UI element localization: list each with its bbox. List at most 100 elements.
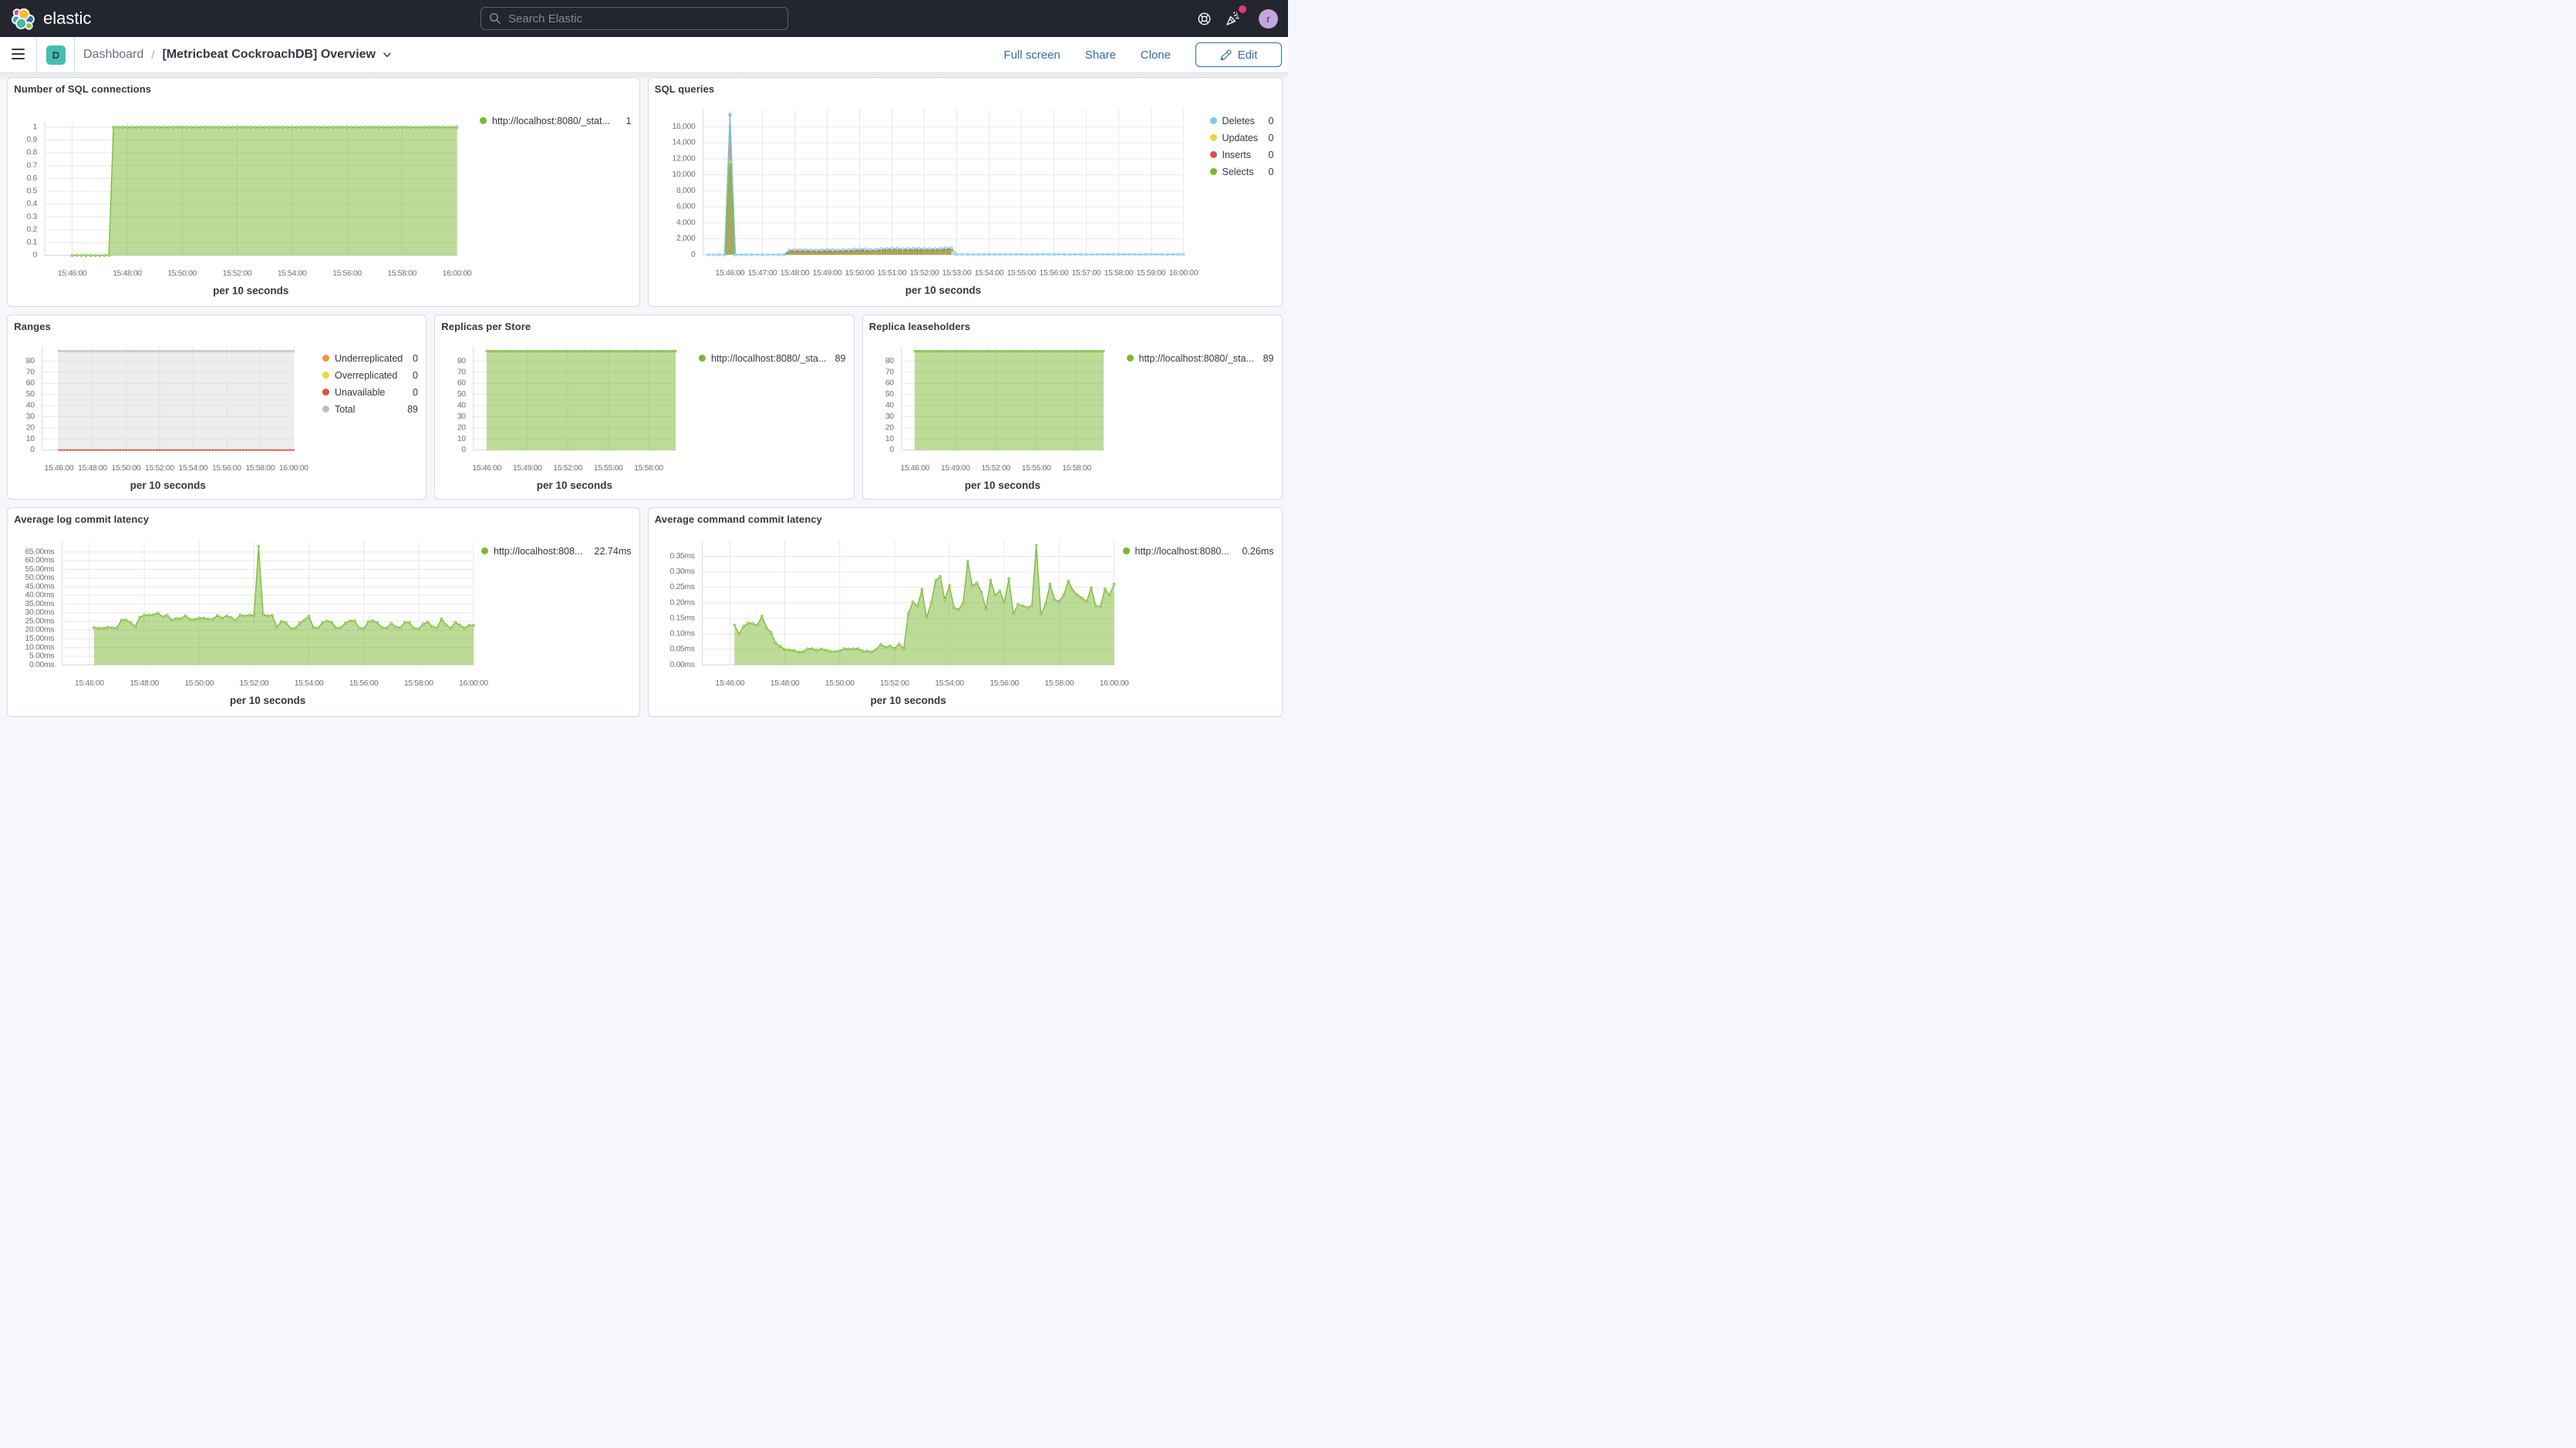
legend-item[interactable]: http://localhost:8080...0.26ms	[1123, 543, 1274, 560]
y-tick-label: 0.35ms	[669, 551, 694, 560]
x-tick-label: 15:54:00	[295, 679, 324, 687]
x-tick-label: 15:57:00	[1071, 268, 1101, 277]
legend-series-dot	[1210, 134, 1217, 141]
legend-series-dot	[322, 355, 329, 362]
legend-series-value: 0	[408, 387, 418, 398]
top-header: elastic Search Elastic	[0, 0, 1288, 37]
legend-series-value: 0	[1264, 150, 1274, 160]
series-area-leaseholders	[915, 351, 1104, 450]
y-tick-label: 0.20ms	[669, 598, 694, 607]
x-tick-label: 15:46:00	[715, 268, 744, 277]
x-tick-label: 16:00:00	[459, 679, 488, 687]
x-tick-label: 16:00:00	[1099, 679, 1128, 687]
legend-item[interactable]: Updates0	[1210, 130, 1274, 146]
header-left: elastic	[0, 6, 463, 31]
breadcrumb-dashboard-link[interactable]: Dashboard	[83, 48, 143, 62]
global-search-input[interactable]: Search Elastic	[480, 7, 788, 30]
legend-series-value: 89	[1259, 353, 1274, 364]
legend-item[interactable]: Unavailable0	[322, 384, 418, 401]
panel-average-command-commit-latency[interactable]: Average command commit latency0.00ms0.05…	[648, 507, 1283, 718]
legend-item[interactable]: Total89	[322, 401, 418, 418]
y-tick-label: 10	[457, 434, 466, 443]
x-tick-label: 15:49:00	[513, 464, 542, 473]
x-tick-label: 16:00:00	[443, 269, 472, 278]
legend-series-label: Updates	[1222, 133, 1259, 143]
y-tick-label: 20	[457, 423, 466, 432]
divider	[36, 37, 37, 72]
legend-series-value: 22.74ms	[590, 546, 632, 557]
y-tick-label: 10,000	[672, 170, 696, 179]
x-tick-label: 15:58:00	[1104, 268, 1133, 277]
y-tick-label: 60	[26, 379, 35, 387]
divider	[74, 37, 75, 72]
legend-series-value: 0.26ms	[1238, 546, 1274, 557]
y-tick-label: 0.05ms	[669, 645, 694, 653]
legend-item[interactable]: http://localhost:8080/_sta...89	[1127, 350, 1274, 367]
x-tick-label: 15:52:00	[880, 679, 909, 687]
dashboard-app-badge[interactable]: D	[46, 45, 66, 65]
avatar[interactable]: r	[1259, 9, 1278, 29]
series-line-Deletes	[708, 113, 1183, 254]
legend-series-dot	[699, 355, 706, 362]
legend-item[interactable]: Deletes0	[1210, 113, 1274, 130]
y-tick-label: 0.00ms	[669, 660, 694, 668]
x-tick-label: 15:46:00	[472, 464, 501, 473]
y-tick-label: 0.4	[26, 200, 37, 208]
y-tick-label: 55.00ms	[25, 564, 55, 573]
help-lifebuoy-icon	[1198, 12, 1211, 25]
panel-sql-queries[interactable]: SQL queries02,0004,0006,0008,00010,00012…	[648, 77, 1283, 307]
y-tick-label: 10	[885, 434, 893, 443]
legend-series-label: Underreplicated	[335, 353, 403, 364]
edit-button[interactable]: Edit	[1195, 42, 1282, 67]
x-tick-label: 15:56:00	[990, 679, 1019, 687]
chart-area: 0.00ms0.05ms0.10ms0.15ms0.20ms0.25ms0.30…	[649, 508, 1283, 719]
y-tick-label: 60	[457, 379, 466, 387]
legend-item[interactable]: http://localhost:8080/_sta...89	[699, 350, 846, 367]
legend-item[interactable]: Inserts0	[1210, 146, 1274, 163]
x-tick-label: 15:54:00	[179, 464, 208, 473]
chevron-down-icon[interactable]	[382, 49, 393, 60]
panel-replicas-per-store[interactable]: Replicas per Store0102030405060708015:46…	[434, 315, 855, 500]
legend-item[interactable]: Selects0	[1210, 163, 1274, 180]
x-tick-label: 15:53:00	[942, 268, 971, 277]
share-button[interactable]: Share	[1085, 49, 1116, 62]
page-title[interactable]: [Metricbeat CockroachDB] Overview	[162, 48, 376, 62]
legend-series-value: 0	[408, 353, 418, 364]
legend-item[interactable]: Overreplicated0	[322, 367, 418, 384]
x-tick-label: 15:46:00	[58, 269, 87, 278]
y-tick-label: 70	[885, 368, 893, 376]
panel-replica-leaseholders[interactable]: Replica leaseholders0102030405060708015:…	[862, 315, 1283, 500]
legend-item[interactable]: Underreplicated 0	[322, 350, 418, 367]
help-menu-button[interactable]	[1189, 0, 1219, 37]
panel-ranges[interactable]: Ranges0102030405060708015:46:0015:48:001…	[7, 315, 427, 500]
x-tick-label: 15:54:00	[278, 269, 307, 278]
x-axis-title: per 10 seconds	[905, 284, 980, 295]
panel-average-log-commit-latency[interactable]: Average log commit latency0.00ms5.00ms10…	[7, 507, 640, 718]
y-tick-label: 80	[457, 356, 466, 365]
whats-new-button[interactable]	[1219, 0, 1248, 37]
y-tick-label: 0	[889, 446, 894, 454]
series-area-Total	[59, 351, 293, 450]
x-axis-title: per 10 seconds	[964, 480, 1040, 491]
x-tick-label: 15:56:00	[332, 269, 362, 278]
x-tick-label: 15:59:00	[1136, 268, 1165, 277]
legend-item[interactable]: http://localhost:808...22.74ms	[481, 543, 632, 560]
x-tick-label: 15:52:00	[553, 464, 582, 473]
menu-hamburger-icon[interactable]	[12, 49, 25, 62]
chart-legend: http://localhost:8080/_sta...89	[1127, 350, 1274, 367]
y-tick-label: 45.00ms	[25, 582, 55, 591]
clone-button[interactable]: Clone	[1141, 49, 1171, 62]
full-screen-button[interactable]: Full screen	[1003, 49, 1060, 62]
legend-item[interactable]: http://localhost:8080/_stat...1	[480, 113, 632, 130]
y-tick-label: 30	[885, 412, 893, 420]
brand-wordmark: elastic	[43, 8, 91, 29]
y-tick-label: 10	[26, 434, 35, 443]
x-tick-label: 15:49:00	[940, 464, 969, 473]
legend-series-dot	[1210, 168, 1217, 175]
panel-number-of-sql-connections[interactable]: Number of SQL connections00.10.20.30.40.…	[7, 77, 640, 307]
x-tick-label: 15:58:00	[1062, 464, 1091, 473]
y-tick-label: 0	[461, 446, 466, 454]
y-tick-label: 8,000	[676, 186, 695, 194]
y-tick-label: 60	[885, 379, 893, 387]
elastic-logo-icon[interactable]	[11, 6, 35, 31]
